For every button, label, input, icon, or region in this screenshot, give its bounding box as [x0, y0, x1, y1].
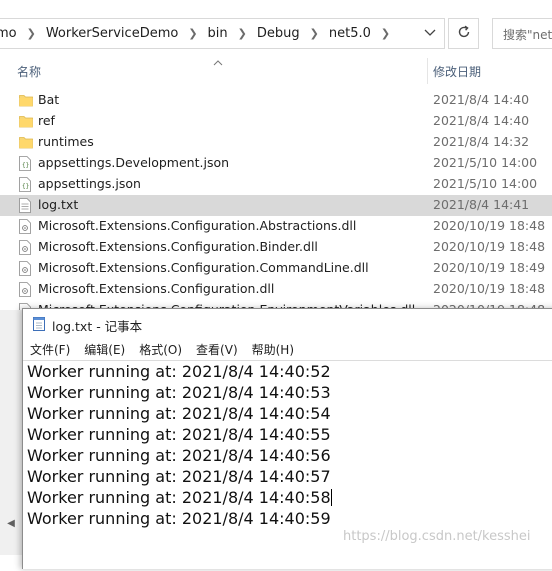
log-line-text: Worker running at: 2021/8/4 14:40:56: [27, 446, 331, 465]
file-date-modified: 2021/8/4 14:40: [433, 113, 529, 128]
breadcrumb-item[interactable]: WorkerServiceDemo: [42, 26, 182, 41]
breadcrumb-item[interactable]: net5.0: [325, 26, 375, 41]
dll-file-icon: [19, 240, 33, 255]
refresh-button[interactable]: [448, 18, 479, 49]
column-header-row: 名称 修改日期: [0, 58, 552, 84]
file-row[interactable]: Microsoft.Extensions.Configuration.Binde…: [0, 237, 552, 258]
sort-ascending-icon: [213, 55, 223, 69]
file-date-modified: 2021/8/4 14:41: [433, 197, 529, 212]
log-line: Worker running at: 2021/8/4 14:40:52: [27, 362, 331, 381]
json-file-icon: {}: [19, 156, 33, 171]
file-list: Bat 2021/8/4 14:40 ref 2021/8/4 14:40 runtim…: [0, 90, 552, 310]
file-row[interactable]: Microsoft.Extensions.Configuration.Comma…: [0, 258, 552, 279]
log-line-text: Worker running at: 2021/8/4 14:40:59: [27, 509, 331, 528]
log-line: Worker running at: 2021/8/4 14:40:56: [27, 446, 331, 465]
chevron-right-icon[interactable]: ❯: [304, 27, 325, 40]
log-line-text: Worker running at: 2021/8/4 14:40:52: [27, 362, 331, 381]
notepad-title-bar[interactable]: log.txt - 记事本: [23, 309, 552, 339]
log-line-text: Worker running at: 2021/8/4 14:40:57: [27, 467, 331, 486]
log-line-text: Worker running at: 2021/8/4 14:40:53: [27, 383, 331, 402]
dll-file-icon: [19, 282, 33, 297]
chevron-down-icon[interactable]: [422, 25, 438, 41]
menu-format[interactable]: 格式(O): [132, 341, 189, 358]
file-name: Microsoft.Extensions.Configuration.Abstr…: [38, 218, 356, 233]
breadcrumb-item[interactable]: mo: [0, 26, 21, 41]
chevron-right-icon[interactable]: ❯: [182, 27, 203, 40]
log-line-text: Worker running at: 2021/8/4 14:40:58: [27, 488, 331, 507]
menu-view[interactable]: 查看(V): [189, 341, 245, 358]
chevron-right-icon[interactable]: ❯: [21, 27, 42, 40]
log-line: Worker running at: 2021/8/4 14:40:59: [27, 509, 331, 528]
file-name: appsettings.Development.json: [38, 155, 229, 170]
column-divider[interactable]: [427, 58, 428, 84]
file-name: Microsoft.Extensions.Configuration.Comma…: [38, 260, 369, 275]
file-date-modified: 2020/10/19 18:49: [433, 260, 545, 275]
menu-bar: 文件(F) 编辑(E) 格式(O) 查看(V) 帮助(H): [23, 339, 552, 360]
folder-icon: [19, 114, 33, 129]
text-file-icon: [19, 198, 33, 213]
log-line-text: Worker running at: 2021/8/4 14:40:55: [27, 425, 331, 444]
file-name: Microsoft.Extensions.Configuration.Binde…: [38, 239, 318, 254]
log-line: Worker running at: 2021/8/4 14:40:55: [27, 425, 331, 444]
refresh-icon: [457, 25, 471, 42]
file-name: ref: [38, 113, 55, 128]
search-input[interactable]: 搜索"net5: [492, 18, 552, 49]
log-line: Worker running at: 2021/8/4 14:40:53: [27, 383, 331, 402]
folder-icon: [19, 135, 33, 150]
folder-icon: [19, 93, 33, 108]
chevron-right-icon[interactable]: ❯: [232, 27, 253, 40]
watermark: https://blog.csdn.net/kesshei: [343, 529, 531, 544]
file-name: log.txt: [38, 197, 78, 212]
address-bar[interactable]: mo ❯ WorkerServiceDemo ❯ bin ❯ Debug ❯ n…: [0, 18, 445, 49]
file-date-modified: 2020/10/19 18:48: [433, 239, 545, 254]
json-file-icon: {}: [19, 177, 33, 192]
file-name: Bat: [38, 92, 59, 107]
svg-text:{}: {}: [22, 183, 29, 190]
log-line: Worker running at: 2021/8/4 14:40:57: [27, 467, 331, 486]
file-row[interactable]: log.txt 2021/8/4 14:41: [0, 195, 552, 216]
file-row[interactable]: Microsoft.Extensions.Configuration.Abstr…: [0, 216, 552, 237]
file-row[interactable]: {} appsettings.Development.json 2021/5/10 …: [0, 153, 552, 174]
file-date-modified: 2021/5/10 14:00: [433, 176, 537, 191]
svg-text:{}: {}: [22, 162, 29, 169]
menu-file[interactable]: 文件(F): [23, 341, 77, 358]
file-name: appsettings.json: [38, 176, 141, 191]
notepad-icon: [32, 316, 47, 335]
chevron-right-icon[interactable]: ❯: [375, 27, 396, 40]
scroll-left-arrow[interactable]: ◀: [0, 512, 22, 534]
window-title: log.txt - 记事本: [52, 316, 142, 335]
file-name: runtimes: [38, 134, 94, 149]
file-name: Microsoft.Extensions.Configuration.dll: [38, 281, 274, 296]
file-row[interactable]: {} appsettings.json 2021/5/10 14:00: [0, 174, 552, 195]
column-header-name[interactable]: 名称: [17, 63, 41, 80]
file-row[interactable]: ref 2021/8/4 14:40: [0, 111, 552, 132]
file-date-modified: 2020/10/19 18:48: [433, 281, 545, 296]
search-placeholder: 搜索"net5: [503, 26, 552, 43]
log-line-text: Worker running at: 2021/8/4 14:40:54: [27, 404, 331, 423]
dll-file-icon: [19, 261, 33, 276]
text-cursor: [331, 489, 332, 506]
menu-edit[interactable]: 编辑(E): [77, 341, 132, 358]
file-row[interactable]: runtimes 2021/8/4 14:32: [0, 132, 552, 153]
log-line: Worker running at: 2021/8/4 14:40:58: [27, 488, 332, 507]
file-date-modified: 2021/8/4 14:32: [433, 134, 529, 149]
column-header-date-modified[interactable]: 修改日期: [433, 63, 481, 80]
menu-help[interactable]: 帮助(H): [245, 341, 301, 358]
file-row[interactable]: Microsoft.Extensions.Configuration.dll 20…: [0, 279, 552, 300]
breadcrumb-item[interactable]: Debug: [253, 26, 304, 41]
breadcrumb-item[interactable]: bin: [204, 26, 232, 41]
address-bar-row: mo ❯ WorkerServiceDemo ❯ bin ❯ Debug ❯ n…: [0, 0, 552, 66]
file-date-modified: 2020/10/19 18:48: [433, 218, 545, 233]
file-date-modified: 2021/5/10 14:00: [433, 155, 537, 170]
breadcrumb: mo ❯ WorkerServiceDemo ❯ bin ❯ Debug ❯ n…: [0, 19, 396, 48]
file-row[interactable]: Bat 2021/8/4 14:40: [0, 90, 552, 111]
file-date-modified: 2021/8/4 14:40: [433, 92, 529, 107]
dll-file-icon: [19, 219, 33, 234]
log-line: Worker running at: 2021/8/4 14:40:54: [27, 404, 331, 423]
